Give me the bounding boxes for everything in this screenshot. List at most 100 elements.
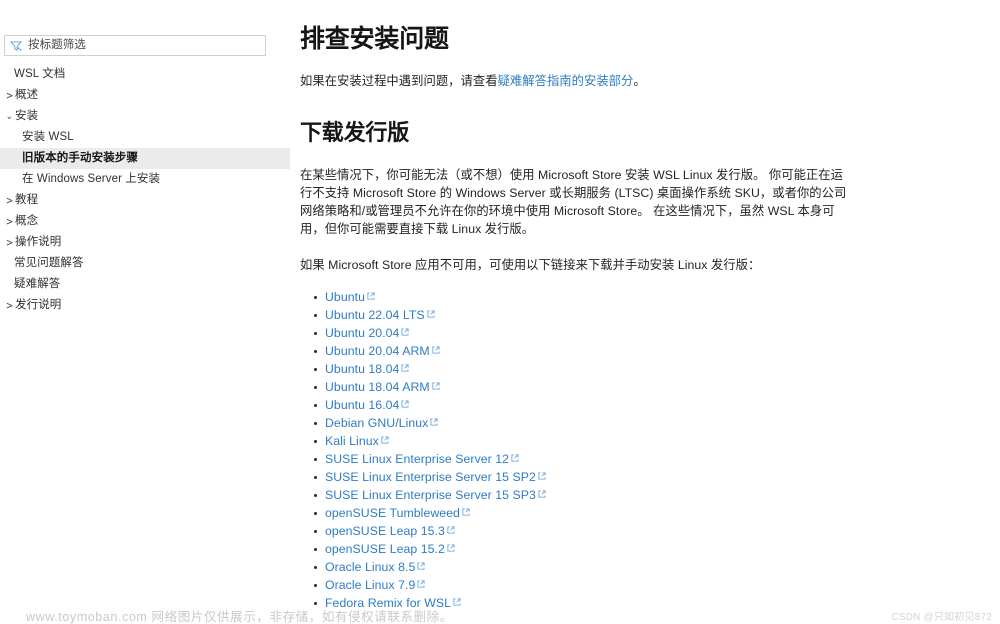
external-link-icon xyxy=(417,562,425,570)
distro-download-link[interactable]: Ubuntu 18.04 xyxy=(325,362,399,376)
list-item: Kali Linux xyxy=(300,432,1000,450)
external-link-icon xyxy=(417,580,425,588)
distro-download-list: Ubuntu Ubuntu 22.04 LTS Ubuntu 20.04 Ubuntu… xyxy=(300,288,1000,612)
watermark-toymoban: www.toymoban.com 网络图片仅供展示，非存储，如有侵权请联系删除。 xyxy=(26,610,453,624)
list-item: Ubuntu 16.04 xyxy=(300,396,1000,414)
list-item: Ubuntu 18.04 ARM xyxy=(300,378,1000,396)
troubleshooting-guide-link[interactable]: 疑难解答指南的安装部分 xyxy=(498,74,634,88)
distro-download-link[interactable]: SUSE Linux Enterprise Server 15 SP3 xyxy=(325,488,536,502)
external-link-icon xyxy=(453,598,461,606)
sidebar-item-manual-install-steps[interactable]: 旧版本的手动安装步骤 xyxy=(0,148,290,169)
external-link-icon xyxy=(401,400,409,408)
sidebar-item-wsl-docs[interactable]: WSL 文档 xyxy=(0,64,290,85)
intro-text-before: 如果在安装过程中遇到问题，请查看 xyxy=(300,74,498,88)
external-link-icon xyxy=(511,454,519,462)
sidebar-item-install[interactable]: ⌄ 安装 xyxy=(0,106,290,127)
filter-placeholder-text: 按标题筛选 xyxy=(28,39,86,51)
external-link-icon xyxy=(538,472,546,480)
sidebar-item-install-windows-server[interactable]: 在 Windows Server 上安装 xyxy=(0,169,290,190)
list-item: SUSE Linux Enterprise Server 15 SP3 xyxy=(300,486,1000,504)
paragraph-manual-install-intro: 如果 Microsoft Store 应用不可用，可使用以下链接来下载并手动安装… xyxy=(300,258,761,272)
sidebar-item-tutorials[interactable]: > 教程 xyxy=(0,190,290,211)
external-link-icon xyxy=(381,436,389,444)
paragraph-store-unavailable: 在某些情况下，你可能无法（或不想）使用 Microsoft Store 安装 W… xyxy=(300,168,847,236)
sidebar-item-release-notes[interactable]: > 发行说明 xyxy=(0,295,290,316)
external-link-icon xyxy=(538,490,546,498)
external-link-icon xyxy=(401,364,409,372)
external-link-icon xyxy=(462,508,470,516)
distro-download-link[interactable]: Debian GNU/Linux xyxy=(325,416,428,430)
sidebar-item-label: 疑难解答 xyxy=(14,278,61,290)
distro-download-link[interactable]: Ubuntu 18.04 ARM xyxy=(325,380,430,394)
distro-download-link[interactable]: Ubuntu 22.04 LTS xyxy=(325,308,425,322)
main-content: 排查安装问题 如果在安装过程中遇到问题，请查看疑难解答指南的安装部分。 下载发行… xyxy=(300,0,1000,624)
distro-download-link[interactable]: Oracle Linux 8.5 xyxy=(325,560,415,574)
distro-download-link[interactable]: Ubuntu 20.04 xyxy=(325,326,399,340)
sidebar-item-how-to[interactable]: > 操作说明 xyxy=(0,232,290,253)
filter-icon xyxy=(10,40,22,51)
sidebar-item-label: 安装 WSL xyxy=(22,131,74,143)
sidebar-item-label: 概述 xyxy=(15,89,39,101)
external-link-icon xyxy=(401,328,409,336)
distro-download-link[interactable]: Kali Linux xyxy=(325,434,379,448)
distro-download-link[interactable]: Oracle Linux 7.9 xyxy=(325,578,415,592)
list-item: Ubuntu 20.04 ARM xyxy=(300,342,1000,360)
sidebar-item-label: 发行说明 xyxy=(15,299,62,311)
external-link-icon xyxy=(432,382,440,390)
distro-download-link[interactable]: SUSE Linux Enterprise Server 12 xyxy=(325,452,509,466)
list-item: Oracle Linux 7.9 xyxy=(300,576,1000,594)
sidebar-item-label: 常见问题解答 xyxy=(14,257,84,269)
sidebar-item-overview[interactable]: > 概述 xyxy=(0,85,290,106)
intro-paragraph: 如果在安装过程中遇到问题，请查看疑难解答指南的安装部分。 xyxy=(300,72,1000,90)
list-item: SUSE Linux Enterprise Server 12 xyxy=(300,450,1000,468)
external-link-icon xyxy=(447,544,455,552)
external-link-icon xyxy=(432,346,440,354)
watermark-csdn: CSDN @只如初见872 xyxy=(891,612,992,623)
sidebar-nav-tree: WSL 文档 > 概述 ⌄ 安装 安装 WSL 旧版本的手动安装步骤在 Windows Se… xyxy=(0,64,290,316)
page-title: 排查安装问题 xyxy=(300,25,449,53)
sidebar-item-install-wsl[interactable]: 安装 WSL xyxy=(0,127,290,148)
distro-download-link[interactable]: Ubuntu xyxy=(325,290,365,304)
list-item: Oracle Linux 8.5 xyxy=(300,558,1000,576)
external-link-icon xyxy=(367,292,375,300)
chevron-right-icon[interactable]: > xyxy=(6,190,13,211)
sidebar-item-label: 安装 xyxy=(15,110,39,122)
distro-download-link[interactable]: Ubuntu 20.04 ARM xyxy=(325,344,430,358)
external-link-icon xyxy=(427,310,435,318)
list-item: SUSE Linux Enterprise Server 15 SP2 xyxy=(300,468,1000,486)
list-item: Ubuntu xyxy=(300,288,1000,306)
section-title-download-distro: 下载发行版 xyxy=(300,120,410,145)
sidebar: 按标题筛选 WSL 文档 > 概述 ⌄ 安装 安装 WSL 旧版本的手动安装步骤在 Wind… xyxy=(0,0,290,624)
list-item: openSUSE Leap 15.3 xyxy=(300,522,1000,540)
sidebar-item-label: WSL 文档 xyxy=(14,68,66,80)
chevron-right-icon[interactable]: > xyxy=(6,232,13,253)
intro-text-after: 。 xyxy=(633,74,646,88)
title-filter-input[interactable]: 按标题筛选 xyxy=(4,35,266,56)
sidebar-item-label: 操作说明 xyxy=(15,236,62,248)
external-link-icon xyxy=(447,526,455,534)
chevron-down-icon[interactable]: ⌄ xyxy=(6,106,13,127)
distro-download-link[interactable]: openSUSE Leap 15.3 xyxy=(325,524,445,538)
list-item: Ubuntu 18.04 xyxy=(300,360,1000,378)
sidebar-item-concepts[interactable]: > 概念 xyxy=(0,211,290,232)
chevron-right-icon[interactable]: > xyxy=(6,211,13,232)
distro-download-link[interactable]: openSUSE Leap 15.2 xyxy=(325,542,445,556)
list-item: Ubuntu 22.04 LTS xyxy=(300,306,1000,324)
list-item: Ubuntu 20.04 xyxy=(300,324,1000,342)
sidebar-item-label: 概念 xyxy=(15,215,39,227)
distro-download-link[interactable]: Ubuntu 16.04 xyxy=(325,398,399,412)
sidebar-item-label: 教程 xyxy=(15,194,39,206)
distro-download-link[interactable]: SUSE Linux Enterprise Server 15 SP2 xyxy=(325,470,536,484)
list-item: Debian GNU/Linux xyxy=(300,414,1000,432)
sidebar-item-troubleshooting[interactable]: 疑难解答 xyxy=(0,274,290,295)
sidebar-item-faq[interactable]: 常见问题解答 xyxy=(0,253,290,274)
sidebar-item-label: 旧版本的手动安装步骤 xyxy=(22,152,138,164)
list-item: openSUSE Tumbleweed xyxy=(300,504,1000,522)
distro-download-link[interactable]: openSUSE Tumbleweed xyxy=(325,506,460,520)
external-link-icon xyxy=(430,418,438,426)
page-root: 按标题筛选 WSL 文档 > 概述 ⌄ 安装 安装 WSL 旧版本的手动安装步骤在 Wind… xyxy=(0,0,1000,624)
chevron-right-icon[interactable]: > xyxy=(6,295,13,316)
sidebar-item-label: 在 Windows Server 上安装 xyxy=(22,173,161,185)
list-item: openSUSE Leap 15.2 xyxy=(300,540,1000,558)
chevron-right-icon[interactable]: > xyxy=(6,85,13,106)
